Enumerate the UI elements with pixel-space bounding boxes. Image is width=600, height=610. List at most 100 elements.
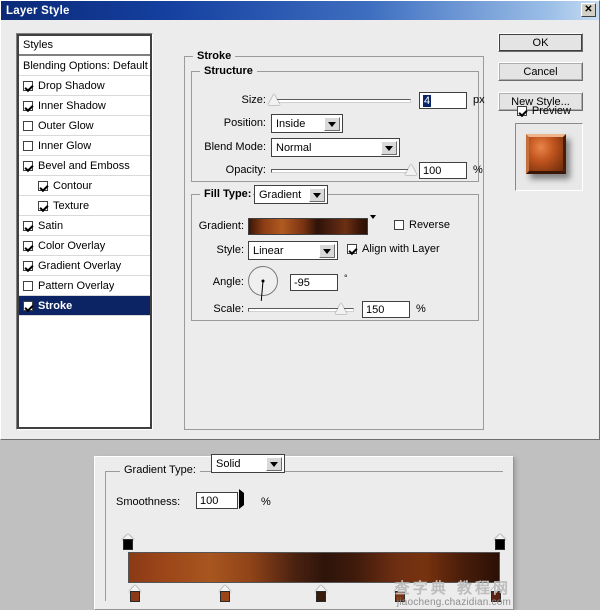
smoothness-stepper[interactable]: [239, 489, 255, 509]
scale-label: Scale:: [213, 303, 244, 315]
position-dropdown[interactable]: Inside: [271, 114, 343, 133]
gradient-swatch[interactable]: [248, 218, 368, 235]
scale-unit: %: [416, 303, 426, 315]
styles-item-label: Drop Shadow: [38, 79, 105, 92]
chevron-down-icon[interactable]: [266, 457, 282, 471]
opacity-input[interactable]: 100: [419, 162, 467, 179]
angle-dial[interactable]: [248, 266, 278, 301]
scale-slider[interactable]: [248, 302, 354, 316]
color-stop[interactable]: [218, 585, 231, 603]
gradient-preview-bar[interactable]: [128, 552, 500, 583]
styles-item-satin[interactable]: Satin: [19, 216, 150, 236]
styles-item-contour[interactable]: Contour: [19, 176, 150, 196]
style-dropdown[interactable]: Linear: [248, 241, 338, 260]
style-row: Style: Linear Align with Layer: [192, 240, 478, 262]
opacity-slider-track[interactable]: [271, 169, 411, 173]
style-value: Linear: [253, 244, 284, 257]
chevron-down-icon[interactable]: [309, 188, 325, 202]
styles-item-outer-glow[interactable]: Outer Glow: [19, 116, 150, 136]
gradient-editor-panel: Gradient Type: Solid Smoothness: 100 % 查…: [94, 454, 514, 610]
gradient-picker-chevron-icon[interactable]: [370, 215, 384, 234]
size-label: Size:: [241, 94, 266, 106]
screenshot-root: Layer Style ✕ Styles Blending Options: De…: [0, 0, 600, 610]
checkbox-icon[interactable]: [38, 180, 48, 191]
styles-item-drop-shadow[interactable]: Drop Shadow: [19, 76, 150, 96]
fill-type-dropdown[interactable]: Gradient: [254, 185, 328, 204]
styles-item-inner-glow[interactable]: Inner Glow: [19, 136, 150, 156]
chevron-down-icon[interactable]: [324, 117, 340, 131]
opacity-slider-thumb[interactable]: [405, 164, 417, 175]
position-label: Position:: [223, 117, 266, 129]
checkbox-icon[interactable]: [23, 260, 33, 271]
styles-list-header: Styles: [19, 36, 150, 56]
fill-type-value: Gradient: [259, 188, 302, 201]
checkbox-icon[interactable]: [23, 280, 33, 291]
blend-mode-dropdown[interactable]: Normal: [271, 138, 400, 157]
gradient-type-label: Gradient Type:: [120, 464, 200, 476]
styles-item-gradient-overlay[interactable]: Gradient Overlay: [19, 256, 150, 276]
angle-row: Angle: -95 °: [192, 265, 478, 301]
style-label: Style:: [216, 244, 244, 256]
checkbox-icon[interactable]: [23, 120, 33, 131]
size-slider[interactable]: [267, 93, 411, 107]
size-slider-thumb[interactable]: [267, 94, 280, 105]
checkbox-icon[interactable]: [23, 300, 33, 311]
checkbox-icon[interactable]: [23, 100, 33, 111]
styles-item-bevel-and-emboss[interactable]: Bevel and Emboss: [19, 156, 150, 176]
smoothness-value: 100: [200, 494, 219, 507]
smoothness-input[interactable]: 100: [196, 492, 238, 509]
opacity-value: 100: [423, 164, 442, 177]
scale-slider-thumb[interactable]: [335, 303, 348, 314]
styles-item-label: Texture: [53, 199, 90, 212]
checkbox-icon[interactable]: [23, 220, 33, 231]
opacity-label: Opacity:: [225, 164, 266, 176]
styles-item-blending-options[interactable]: Blending Options: Default: [19, 56, 150, 76]
preview-label: Preview: [531, 105, 571, 117]
gradient-type-dropdown[interactable]: Solid: [211, 454, 285, 473]
scale-input[interactable]: 150: [362, 301, 410, 318]
size-input[interactable]: 4: [419, 92, 467, 109]
chevron-down-icon[interactable]: [319, 244, 335, 258]
styles-item-label: Satin: [38, 219, 64, 232]
size-slider-track[interactable]: [271, 99, 411, 103]
styles-list[interactable]: Styles Blending Options: Default Drop Shad…: [18, 35, 151, 428]
checkbox-icon[interactable]: [23, 240, 33, 251]
checkbox-icon[interactable]: [394, 220, 404, 230]
size-value: 4: [423, 94, 432, 107]
chevron-down-icon[interactable]: [381, 141, 397, 155]
angle-input[interactable]: -95: [290, 274, 338, 291]
preview-checkbox[interactable]: Preview: [516, 105, 571, 117]
color-stop[interactable]: [490, 585, 503, 603]
checkbox-icon[interactable]: [347, 244, 357, 254]
checkbox-icon[interactable]: [516, 106, 527, 116]
styles-item-pattern-overlay[interactable]: Pattern Overlay: [19, 276, 150, 296]
dialog-title: Layer Style: [6, 4, 70, 17]
color-stop[interactable]: [315, 585, 328, 603]
stroke-group: Stroke Structure Size: 4 px Position: In…: [184, 50, 485, 430]
styles-item-label: Bevel and Emboss: [38, 159, 130, 172]
styles-item-label: Inner Glow: [38, 139, 92, 152]
blend-mode-value: Normal: [276, 141, 312, 154]
color-stop[interactable]: [393, 585, 406, 603]
ok-button[interactable]: OK: [498, 33, 583, 52]
checkbox-icon[interactable]: [23, 160, 33, 171]
styles-item-label: Inner Shadow: [38, 99, 106, 112]
close-icon[interactable]: ✕: [581, 3, 596, 17]
opacity-stop[interactable]: [494, 534, 506, 551]
opacity-stop[interactable]: [122, 534, 134, 551]
styles-item-color-overlay[interactable]: Color Overlay: [19, 236, 150, 256]
cancel-button[interactable]: Cancel: [498, 62, 583, 81]
checkbox-icon[interactable]: [38, 200, 48, 211]
reverse-checkbox[interactable]: Reverse: [394, 219, 450, 231]
gradient-row: Gradient: Reverse: [192, 215, 478, 237]
opacity-slider[interactable]: [271, 163, 417, 177]
checkbox-icon[interactable]: [23, 140, 33, 151]
checkbox-icon[interactable]: [23, 80, 33, 91]
styles-item-inner-shadow[interactable]: Inner Shadow: [19, 96, 150, 116]
styles-item-texture[interactable]: Texture: [19, 196, 150, 216]
size-unit: px: [473, 94, 485, 106]
styles-item-stroke[interactable]: Stroke: [19, 296, 150, 316]
size-row: Size: 4 px: [192, 91, 485, 111]
color-stop[interactable]: [129, 585, 142, 603]
align-with-layer-checkbox[interactable]: Align with Layer: [347, 243, 440, 255]
